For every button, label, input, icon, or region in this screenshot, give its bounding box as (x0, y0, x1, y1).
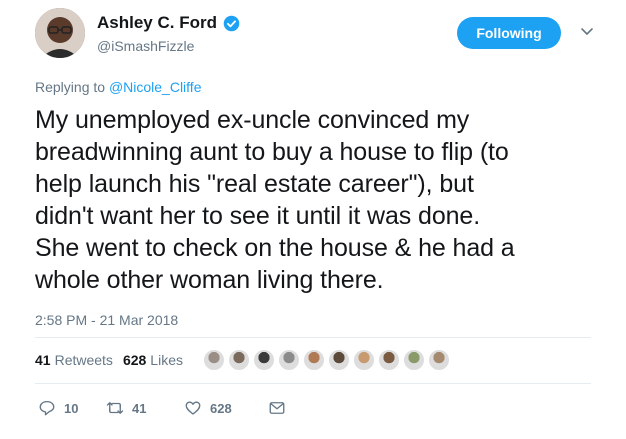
liker-avatar[interactable] (378, 349, 400, 371)
retweet-icon (106, 402, 124, 414)
retweets-stat[interactable]: 41 Retweets (35, 352, 113, 368)
liker-avatar[interactable] (278, 349, 300, 371)
divider (35, 383, 591, 384)
liker-avatar[interactable] (403, 349, 425, 371)
tweet-text-line: breadwinning aunt to buy a house to flip… (35, 138, 509, 166)
retweet-count: 41 (132, 400, 147, 416)
display-name[interactable]: Ashley C. Ford (97, 13, 217, 33)
tweet-text-line: She went to check on the house & he had … (35, 234, 515, 262)
tweet-text-line: didn't want her to see it until it was d… (35, 202, 481, 230)
envelope-icon (269, 402, 285, 414)
reply-count: 10 (64, 400, 79, 416)
tweet-text-line: whole other woman living there. (35, 266, 384, 294)
retweets-label: Retweets (54, 352, 113, 368)
author-handle[interactable]: @iSmashFizzle (97, 38, 194, 54)
replying-to-label: Replying to (35, 79, 109, 95)
liker-avatar[interactable] (203, 349, 225, 371)
tweet-stats: 41 Retweets 628 Likes (35, 352, 183, 368)
likes-stat[interactable]: 628 Likes (123, 352, 183, 368)
chevron-down-icon[interactable] (580, 24, 594, 38)
retweets-count: 41 (35, 352, 51, 368)
tweet-timestamp[interactable]: 2:58 PM - 21 Mar 2018 (35, 312, 178, 328)
retweet-action[interactable]: 41 (106, 399, 184, 417)
liker-avatar[interactable] (253, 349, 275, 371)
heart-icon (185, 401, 201, 415)
divider (35, 337, 591, 338)
following-button[interactable]: Following (457, 17, 561, 49)
liker-avatars (203, 349, 453, 371)
direct-message-action[interactable] (268, 399, 286, 417)
reply-mention-link[interactable]: @Nicole_Cliffe (109, 79, 202, 95)
like-action[interactable]: 628 (184, 399, 268, 417)
tweet-text-line: help launch his "real estate career"), b… (35, 170, 474, 198)
tweet-text: My unemployed ex-uncle convinced my brea… (35, 104, 595, 296)
tweet-text-line: My unemployed ex-uncle convinced my (35, 106, 470, 134)
avatar[interactable] (35, 8, 85, 58)
liker-avatar[interactable] (353, 349, 375, 371)
likes-label: Likes (150, 352, 183, 368)
author-name-row[interactable]: Ashley C. Ford (97, 13, 240, 33)
reply-icon (39, 400, 55, 416)
liker-avatar[interactable] (228, 349, 250, 371)
liker-avatar[interactable] (303, 349, 325, 371)
verified-badge-icon (223, 15, 240, 31)
liker-avatar[interactable] (428, 349, 450, 371)
reply-action[interactable]: 10 (38, 399, 106, 417)
liker-avatar[interactable] (328, 349, 350, 371)
likes-count: 628 (122, 352, 147, 368)
like-count: 628 (210, 400, 232, 416)
tweet-card: Ashley C. Ford @iSmashFizzle Following R… (0, 0, 626, 439)
tweet-actions: 10 41 628 (38, 399, 286, 417)
replying-to: Replying to @Nicole_Cliffe (35, 79, 201, 95)
